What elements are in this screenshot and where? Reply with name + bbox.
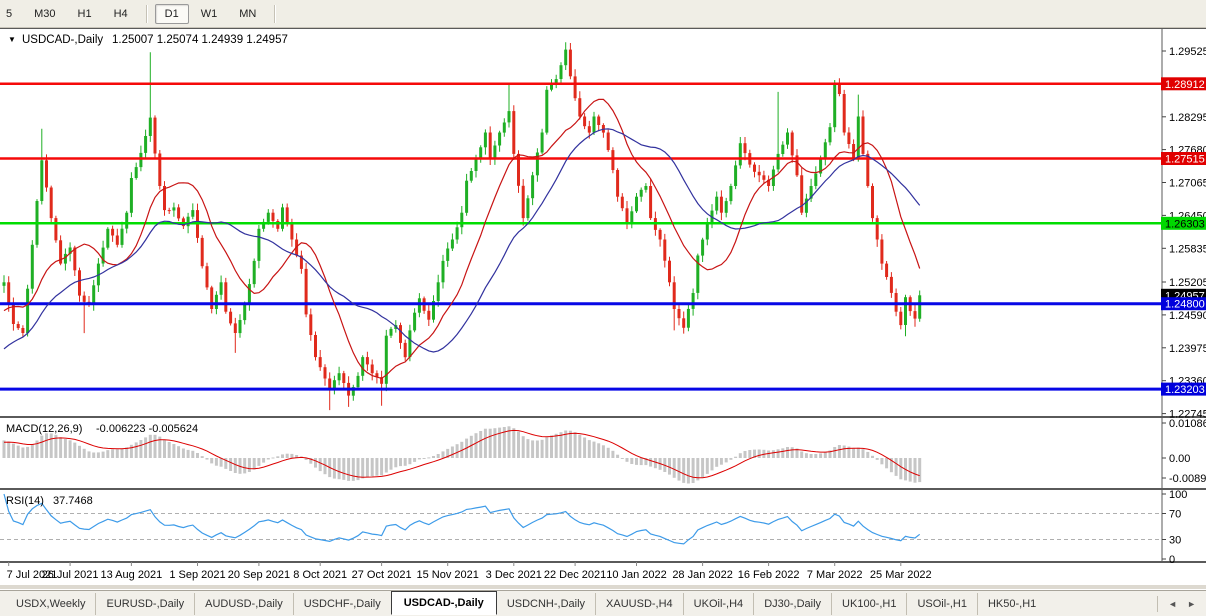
rsi-pane-value: 37.7468 xyxy=(53,495,93,507)
tab-usdcnh-daily[interactable]: USDCNH-,Daily xyxy=(497,593,595,615)
tab-scroll-controls: ◄ ► xyxy=(1157,596,1206,612)
date-axis-label: 22 Dec 2021 xyxy=(544,569,606,581)
macd-rsi-splitter[interactable] xyxy=(0,488,1206,490)
macd-axis-label: -0.00897 xyxy=(1169,473,1206,485)
tab-audusd-daily[interactable]: AUDUSD-,Daily xyxy=(194,593,293,615)
chart-top-border xyxy=(0,28,1206,29)
macd-axis-label: 0.00 xyxy=(1169,453,1190,465)
tab-eurusd-daily[interactable]: EURUSD-,Daily xyxy=(95,593,194,615)
chart-background xyxy=(0,28,1206,563)
tab-ukoil-h4[interactable]: UKOil-,H4 xyxy=(682,593,754,615)
price-tick-label: 1.24590 xyxy=(1169,310,1206,322)
price-tick-label: 1.27065 xyxy=(1169,178,1206,190)
price-tag-red-2-label: 1.27515 xyxy=(1165,154,1205,166)
date-axis-label: 26 Jul 2021 xyxy=(42,569,99,581)
rsi-axis-label: 70 xyxy=(1169,509,1181,521)
tab-uk100-h1[interactable]: UK100-,H1 xyxy=(831,593,906,615)
price-tick-label: 1.25205 xyxy=(1169,277,1206,289)
tab-usdcad-daily[interactable]: USDCAD-,Daily xyxy=(390,591,497,615)
tab-usdchf-daily[interactable]: USDCHF-,Daily xyxy=(292,593,391,615)
horizontal-scrollbar[interactable] xyxy=(0,585,1206,589)
tab-scroll-left-icon[interactable]: ◄ xyxy=(1168,599,1177,609)
date-axis-label: 15 Nov 2021 xyxy=(417,569,479,581)
price-tag-red-1-label: 1.28912 xyxy=(1165,79,1205,91)
tab-xauusd-h4[interactable]: XAUUSD-,H4 xyxy=(595,593,683,615)
symbol-dropdown-icon[interactable]: ▼ xyxy=(8,35,16,44)
price-tag-blue-1-label: 1.24800 xyxy=(1165,299,1205,311)
rsi-bottom-border xyxy=(0,561,1206,563)
chart-tab-bar: USDX,Weekly EURUSD-,Daily AUDUSD-,Daily USD… xyxy=(0,590,1206,616)
rsi-axis-label: 0 xyxy=(1169,554,1175,566)
chart-canvas[interactable]: 1.295251.282951.276801.270651.264501.258… xyxy=(0,0,1206,590)
rsi-axis-label: 100 xyxy=(1169,489,1187,501)
date-axis-label: 16 Feb 2022 xyxy=(738,569,800,581)
macd-pane-label: MACD(12,26,9) xyxy=(6,423,82,435)
price-tag-green-label: 1.26303 xyxy=(1165,218,1205,230)
date-axis-label: 1 Sep 2021 xyxy=(169,569,225,581)
date-axis-label: 25 Mar 2022 xyxy=(870,569,932,581)
price-tick-label: 1.23975 xyxy=(1169,343,1206,355)
date-axis-label: 27 Oct 2021 xyxy=(352,569,412,581)
date-axis-label: 28 Jan 2022 xyxy=(672,569,733,581)
tab-hk50-h1[interactable]: HK50-,H1 xyxy=(976,593,1046,615)
date-axis-label: 3 Dec 2021 xyxy=(486,569,542,581)
chart-title-symbol: USDCAD-,Daily xyxy=(22,34,103,46)
price-tick-label: 1.28295 xyxy=(1169,112,1206,124)
price-tick-label: 1.29525 xyxy=(1169,46,1206,58)
date-axis-label: 13 Aug 2021 xyxy=(101,569,163,581)
tab-usdx-weekly[interactable]: USDX,Weekly xyxy=(6,593,95,615)
price-tick-label: 1.25835 xyxy=(1169,243,1206,255)
chart-title-ohlc: 1.25007 1.25074 1.24939 1.24957 xyxy=(112,34,288,46)
rsi-pane-label: RSI(14) xyxy=(6,495,44,507)
chart-window: 1.29525 1.28295 1.27680 1.27065 1.26450 1.258… xyxy=(0,0,1206,595)
tab-scroll-right-icon[interactable]: ► xyxy=(1187,599,1196,609)
macd-pane-values: -0.006223 -0.005624 xyxy=(96,423,198,435)
price-tag-blue-2-label: 1.23203 xyxy=(1165,384,1205,396)
rsi-axis-label: 30 xyxy=(1169,535,1181,547)
tab-dj30-daily[interactable]: DJ30-,Daily xyxy=(753,593,831,615)
trading-terminal-window: 5 M30 H1 H4 D1 W1 MN 1.29525 1.28295 1.27680 1.27… xyxy=(0,0,1206,616)
tab-usoil-h1[interactable]: USOil-,H1 xyxy=(906,593,977,615)
macd-axis-label: 0.010869 xyxy=(1169,418,1206,430)
main-macd-splitter[interactable] xyxy=(0,416,1206,418)
date-axis-label: 20 Sep 2021 xyxy=(228,569,290,581)
date-axis-label: 7 Mar 2022 xyxy=(807,569,863,581)
date-axis-label: 8 Oct 2021 xyxy=(293,569,347,581)
date-axis-label: 10 Jan 2022 xyxy=(606,569,667,581)
